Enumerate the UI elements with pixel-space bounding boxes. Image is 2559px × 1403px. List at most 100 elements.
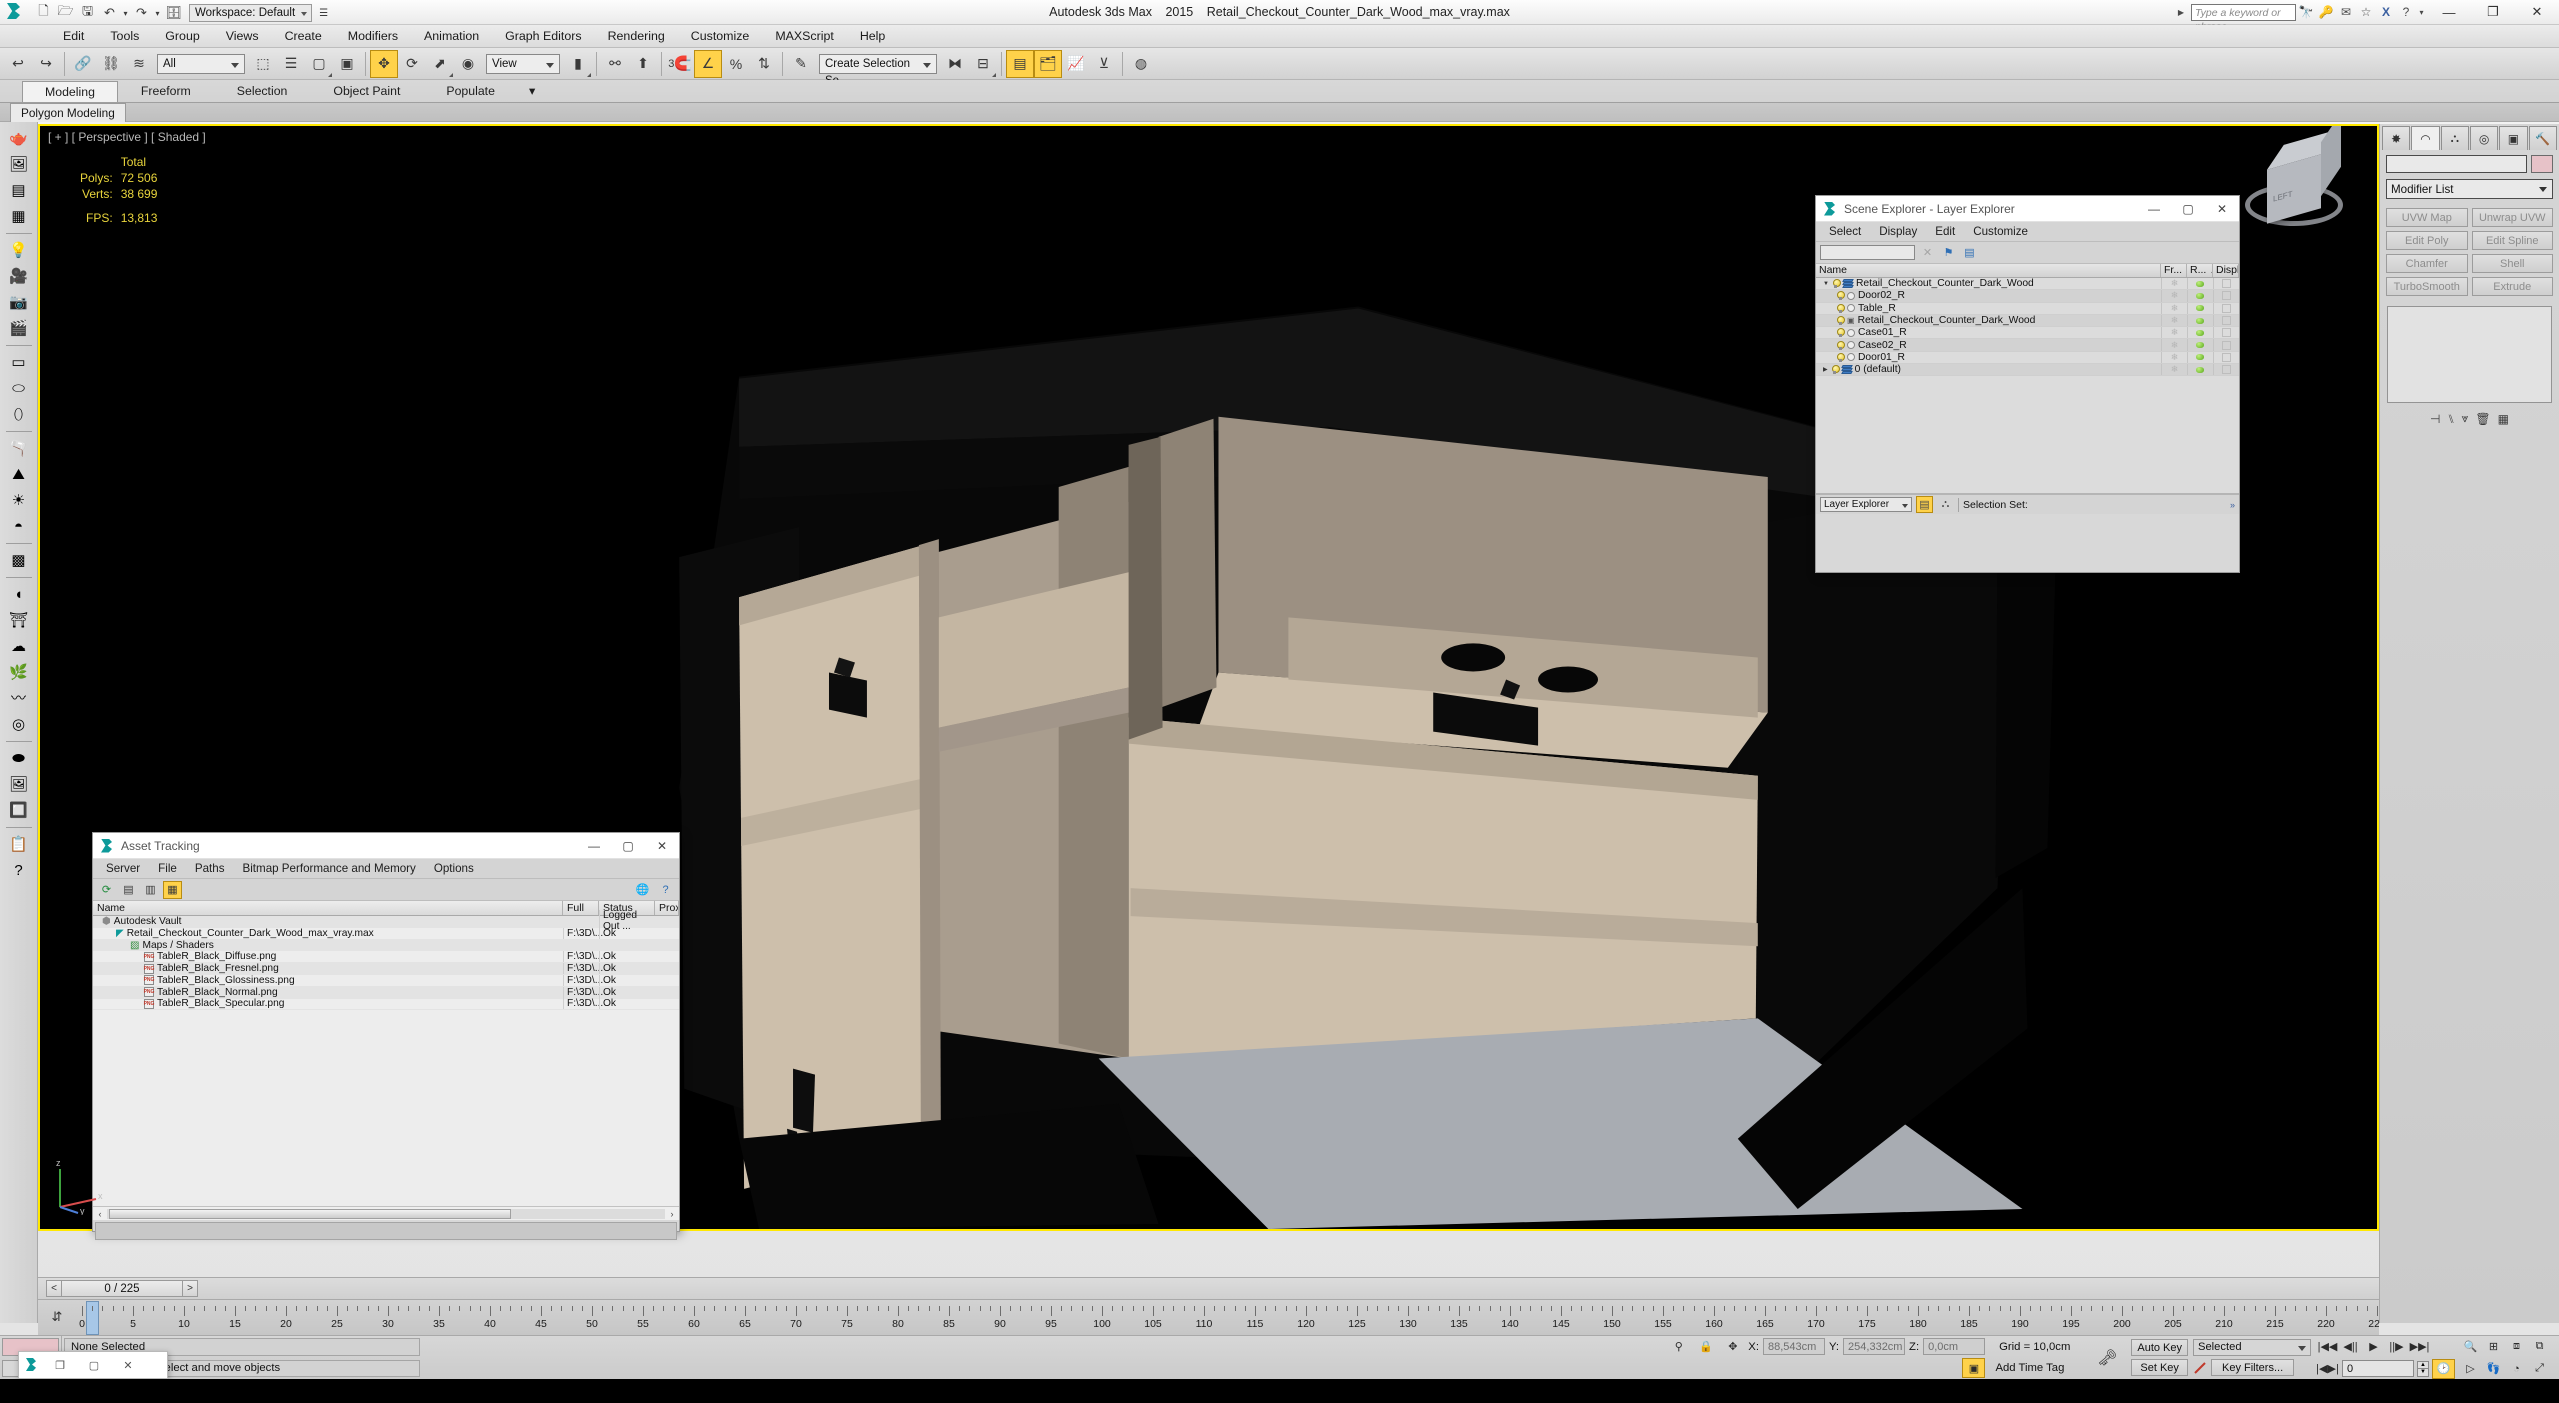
exchange-app-icon[interactable]: X xyxy=(2376,2,2396,22)
cube-icon[interactable] xyxy=(2222,352,2231,362)
asset-tracking-empty-area[interactable] xyxy=(93,1010,679,1207)
isolate-selection-icon[interactable]: ⚲ xyxy=(1667,1337,1690,1357)
menu-item-modifiers[interactable]: Modifiers xyxy=(335,26,411,46)
frame-spinner-up[interactable]: ▲ xyxy=(2417,1360,2429,1369)
layer-explorer-button[interactable]: ▤ xyxy=(1006,49,1034,78)
menu-item-graph-editors[interactable]: Graph Editors xyxy=(492,26,594,46)
zoom-extents-all-button[interactable]: ⧉ xyxy=(2528,1337,2551,1357)
new-layer-icon[interactable]: ▤ xyxy=(1961,244,1978,261)
cube-icon[interactable] xyxy=(2222,340,2231,350)
new-scene-icon[interactable]: 🗋 xyxy=(33,3,54,23)
material-editor-button[interactable]: ◍ xyxy=(1127,50,1155,78)
display-cell[interactable] xyxy=(2213,278,2239,290)
set-key-button[interactable]: Set Key xyxy=(2131,1359,2188,1376)
asset-name-cell[interactable]: PNG TableR_Black_Specular.png xyxy=(93,998,563,1009)
ribbon-overflow-icon[interactable]: ▾ xyxy=(518,80,546,102)
asset-name-cell[interactable]: ▨ Maps / Shaders xyxy=(93,940,563,951)
menu-item-edit[interactable]: Edit xyxy=(50,26,97,46)
render-frame-window-icon[interactable]: ▤ xyxy=(4,178,34,203)
light-bulb-icon[interactable] xyxy=(1836,303,1845,313)
select-and-rotate-button[interactable]: ⟳ xyxy=(398,50,426,78)
asset-tracking-maximize-button[interactable]: ▢ xyxy=(611,833,645,858)
scene-explorer-row-name-cell[interactable]: ▣ Retail_Checkout_Counter_Dark_Wood xyxy=(1816,315,2161,326)
modifier-button-extrude[interactable]: Extrude xyxy=(2471,277,2553,296)
favorites-star-icon[interactable]: ☆ xyxy=(2356,2,2376,22)
cube-icon[interactable] xyxy=(2222,365,2231,375)
display-cell[interactable] xyxy=(2213,327,2239,339)
menu-item-rendering[interactable]: Rendering xyxy=(595,26,678,46)
select-and-scale-button[interactable]: ⬈ xyxy=(426,50,454,78)
save-file-icon[interactable]: 🖫 xyxy=(77,3,98,23)
redo-dropdown-icon[interactable]: ▾ xyxy=(153,3,162,23)
scene-explorer-menu-select[interactable]: Select xyxy=(1820,223,1870,240)
noise-map-icon[interactable]: ◎ xyxy=(4,712,34,737)
scene-explorer-row[interactable]: ▼ Retail_Checkout_Counter_Dark_Wood ❄ xyxy=(1816,278,2239,291)
display-cell[interactable] xyxy=(2213,339,2239,351)
object-circle-icon[interactable] xyxy=(1847,328,1855,337)
dome-light-icon[interactable]: ◓ xyxy=(4,514,34,539)
ribbon-tab-freeform[interactable]: Freeform xyxy=(118,80,214,102)
floating-mini-window[interactable]: ❐ ▢ ✕ xyxy=(18,1351,168,1379)
cube-icon[interactable] xyxy=(2222,291,2231,301)
scene-explorer-row[interactable]: ▶ 0 (default) ❄ xyxy=(1816,364,2239,377)
cube-icon[interactable] xyxy=(2222,316,2231,326)
display-cell[interactable] xyxy=(2213,364,2239,376)
grid-view-icon[interactable]: ▦ xyxy=(163,880,182,899)
percent-snap-toggle-button[interactable]: % xyxy=(722,50,750,78)
scene-explorer-row[interactable]: ▣ Retail_Checkout_Counter_Dark_Wood ❄ xyxy=(1816,314,2239,328)
display-cell[interactable] xyxy=(2213,290,2239,302)
teapot-icon[interactable]: 🫖 xyxy=(4,126,34,151)
light-icon[interactable]: 💡 xyxy=(4,238,34,263)
z-coordinate-field[interactable]: 0,0cm xyxy=(1923,1338,1986,1356)
asset-tracking-title-bar[interactable]: Asset Tracking — ▢ ✕ xyxy=(93,833,679,859)
scene-explorer-column-1[interactable]: Fr... xyxy=(2161,264,2187,277)
asset-tracking-row[interactable]: ▨ Maps / Shaders xyxy=(93,940,679,952)
asset-tracking-menu-bitmap-performance-and-memory[interactable]: Bitmap Performance and Memory xyxy=(234,860,425,877)
add-layer-icon[interactable]: ⚑ xyxy=(1940,244,1957,261)
key-filter-icon[interactable]: ⇵ xyxy=(44,1305,70,1329)
asset-name-cell[interactable]: PNG TableR_Black_Glossiness.png xyxy=(93,975,563,986)
refresh-icon[interactable]: ⟳ xyxy=(97,881,116,899)
go-to-start-button[interactable]: |◀◀ xyxy=(2316,1337,2339,1357)
teapot-icon[interactable] xyxy=(2195,292,2206,300)
cube-icon[interactable] xyxy=(2222,279,2231,289)
camera-icon[interactable]: 🎥 xyxy=(4,264,34,289)
asset-tracking-menu-server[interactable]: Server xyxy=(97,860,149,877)
scene-explorer-row-name-cell[interactable]: Table_R xyxy=(1816,303,2161,314)
render-cell[interactable] xyxy=(2187,278,2213,290)
asset-tracking-close-button[interactable]: ✕ xyxy=(645,833,679,858)
subscription-key-icon[interactable]: 🔑 xyxy=(2316,2,2336,22)
asset-tracking-row[interactable]: ◤ Retail_Checkout_Counter_Dark_Wood_max_v… xyxy=(93,927,679,940)
layer-mode-icon[interactable]: ▤ xyxy=(1916,496,1933,514)
tree-expanded-icon[interactable]: ▼ xyxy=(1823,281,1829,287)
object-circle-icon[interactable] xyxy=(1847,291,1855,300)
key-mode-dropdown[interactable]: Selected xyxy=(2193,1339,2311,1356)
frame-buffer-icon[interactable]: 🔲 xyxy=(4,798,34,823)
freeze-cell[interactable]: ❄ xyxy=(2161,302,2187,314)
x-coordinate-field[interactable]: 88,543cm xyxy=(1762,1338,1825,1356)
maximize-viewport-button[interactable]: ⤢ xyxy=(2528,1359,2551,1379)
y-coordinate-field[interactable]: 254,332cm xyxy=(1843,1338,1906,1356)
display-cell[interactable] xyxy=(2213,314,2239,327)
select-object-button[interactable]: ⬚ xyxy=(249,50,277,78)
freeze-cell[interactable]: ❄ xyxy=(2161,339,2187,351)
help-dropdown-icon[interactable]: ▾ xyxy=(2416,2,2427,22)
track-bar[interactable]: ⇵ 0 5 10 15 20 25 30 35 40 45 50 55 60 65 70 75 80 85 90 95… xyxy=(38,1299,2379,1335)
ribbon-tab-populate[interactable]: Populate xyxy=(423,80,518,102)
ribbon-tab-object-paint[interactable]: Object Paint xyxy=(310,80,423,102)
scene-explorer-menu-display[interactable]: Display xyxy=(1870,223,1926,240)
scene-explorer-menu-edit[interactable]: Edit xyxy=(1926,223,1964,240)
zoom-extents-button[interactable]: ⧈ xyxy=(2505,1337,2528,1357)
menu-item-customize[interactable]: Customize xyxy=(678,26,763,46)
search-input[interactable]: Type a keyword or phrase xyxy=(2191,3,2296,33)
modifier-button-shell[interactable]: Shell xyxy=(2471,254,2553,273)
project-folder-icon[interactable]: 🗄 xyxy=(163,3,184,23)
teapot-icon[interactable] xyxy=(2195,366,2206,374)
teapot-icon[interactable] xyxy=(2195,341,2206,349)
scene-explorer-close-button[interactable]: ✕ xyxy=(2205,196,2239,221)
scene-explorer-row[interactable]: Case01_R ❄ xyxy=(1816,327,2239,340)
menu-item-create[interactable]: Create xyxy=(272,26,335,46)
scene-explorer-menu-customize[interactable]: Customize xyxy=(1964,223,2037,240)
asset-status-cell[interactable]: Ok xyxy=(599,963,655,975)
teapot-icon[interactable] xyxy=(2195,304,2206,312)
